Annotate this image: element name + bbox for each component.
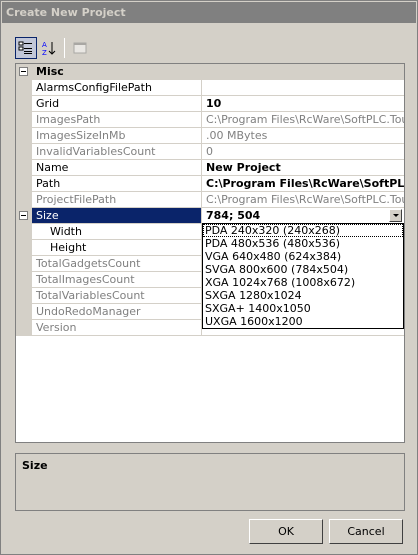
categorized-icon[interactable] — [15, 37, 37, 59]
collapse-icon[interactable] — [19, 211, 28, 220]
property-name: Height — [32, 240, 202, 256]
property-name: Version — [32, 320, 202, 336]
property-value: 0 — [202, 144, 404, 160]
property-row-size[interactable]: Size 784; 504 — [16, 208, 404, 224]
size-option[interactable]: UXGA 1600x1200 — [203, 315, 403, 328]
size-option[interactable]: SXGA 1280x1024 — [203, 289, 403, 302]
property-name: ProjectFilePath — [32, 192, 202, 208]
property-name: Grid — [32, 96, 202, 112]
property-toolbar: A Z — [15, 37, 91, 59]
size-option[interactable]: SXGA+ 1400x1050 — [203, 302, 403, 315]
property-row[interactable]: Grid 10 — [16, 96, 404, 112]
property-value[interactable] — [202, 80, 404, 96]
property-value: C:\Program Files\RcWare\SoftPLC.Touch — [202, 192, 404, 208]
ok-button[interactable]: OK — [249, 519, 323, 544]
property-value: .00 MBytes — [202, 128, 404, 144]
property-name: TotalGadgetsCount — [32, 256, 202, 272]
svg-text:Z: Z — [42, 49, 47, 56]
property-name: Path — [32, 176, 202, 192]
size-option[interactable]: PDA 240x320 (240x268) — [203, 224, 403, 237]
property-name: TotalVariablesCount — [32, 288, 202, 304]
size-option[interactable]: SVGA 800x600 (784x504) — [203, 263, 403, 276]
property-name: ImagesSizeInMb — [32, 128, 202, 144]
dialog-title: Create New Project — [2, 2, 416, 23]
property-row[interactable]: ImagesSizeInMb .00 MBytes — [16, 128, 404, 144]
size-dropdown-list[interactable]: PDA 240x320 (240x268) PDA 480x536 (480x5… — [202, 223, 404, 329]
description-panel: Size — [15, 453, 405, 511]
property-row[interactable]: InvalidVariablesCount 0 — [16, 144, 404, 160]
create-project-dialog: Create New Project A Z Misc AlarmsConfig… — [0, 0, 418, 555]
size-option[interactable]: VGA 640x480 (624x384) — [203, 250, 403, 263]
property-name: AlarmsConfigFilePath — [32, 80, 202, 96]
size-option[interactable]: PDA 480x536 (480x536) — [203, 237, 403, 250]
property-row[interactable]: ImagesPath C:\Program Files\RcWare\SoftP… — [16, 112, 404, 128]
property-name: Width — [32, 224, 202, 240]
property-name: UndoRedoManager — [32, 304, 202, 320]
property-pages-icon[interactable] — [69, 37, 91, 59]
cancel-button[interactable]: Cancel — [329, 519, 403, 544]
category-misc[interactable]: Misc — [16, 64, 404, 80]
property-value: C:\Program Files\RcWare\SoftPLC.Touch — [202, 112, 404, 128]
description-title: Size — [22, 459, 48, 472]
dropdown-arrow-icon[interactable] — [389, 209, 402, 222]
collapse-icon[interactable] — [19, 67, 28, 76]
toolbar-separator — [64, 38, 65, 58]
property-name: Name — [32, 160, 202, 176]
svg-text:A: A — [42, 41, 47, 49]
property-row[interactable]: AlarmsConfigFilePath — [16, 80, 404, 96]
alphabetical-sort-icon[interactable]: A Z — [38, 37, 60, 59]
property-row[interactable]: ProjectFilePath C:\Program Files\RcWare\… — [16, 192, 404, 208]
size-value-field[interactable]: 784; 504 — [202, 208, 404, 224]
property-row[interactable]: Name New Project — [16, 160, 404, 176]
size-option[interactable]: XGA 1024x768 (1008x672) — [203, 276, 403, 289]
property-value[interactable]: C:\Program Files\RcWare\SoftPLC — [202, 176, 404, 192]
property-value[interactable]: 10 — [202, 96, 404, 112]
property-row[interactable]: Path C:\Program Files\RcWare\SoftPLC — [16, 176, 404, 192]
property-name: TotalImagesCount — [32, 272, 202, 288]
property-name: ImagesPath — [32, 112, 202, 128]
property-name: InvalidVariablesCount — [32, 144, 202, 160]
property-name: Size — [32, 208, 202, 224]
property-value[interactable]: New Project — [202, 160, 404, 176]
